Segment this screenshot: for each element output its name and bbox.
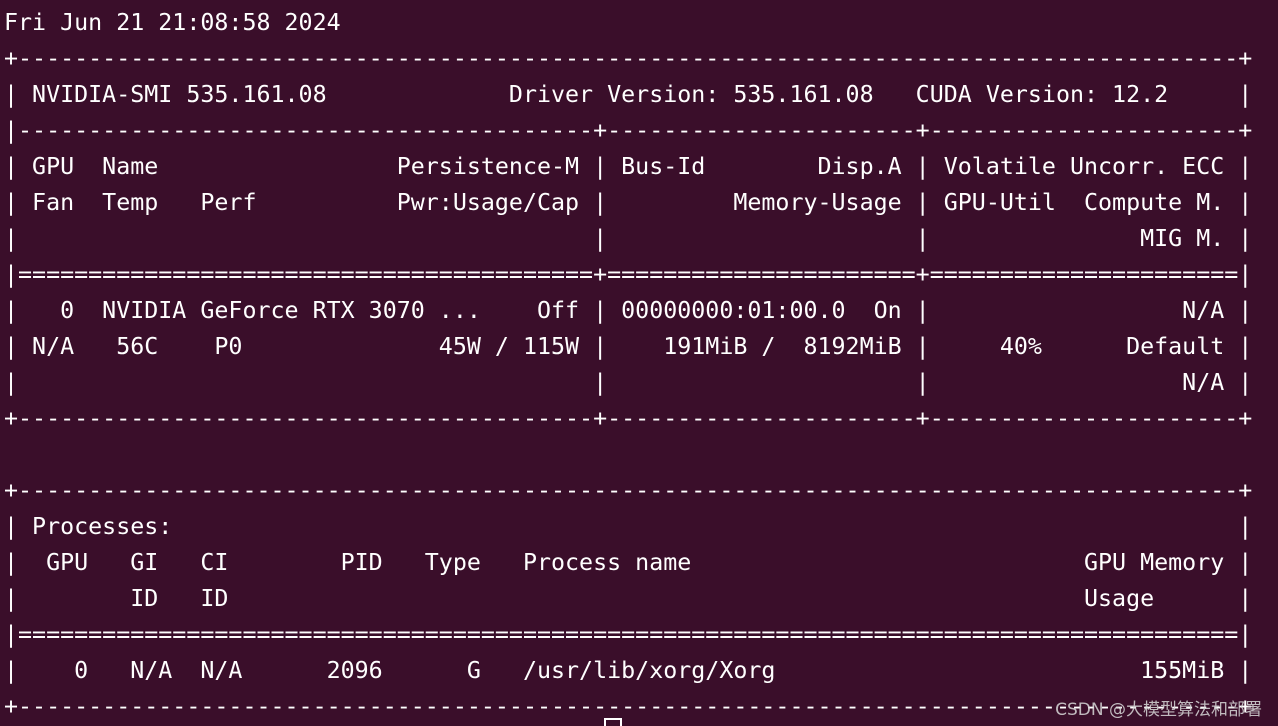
gpu-table-header-row-2: | Fan Temp Perf Pwr:Usage/Cap | Memory-U…: [4, 189, 1253, 216]
table-border-top: +---------------------------------------…: [4, 45, 1253, 72]
nvidia-smi-header: | NVIDIA-SMI 535.161.08 Driver Version: …: [4, 81, 1253, 108]
watermark: CSDN @大模型算法和部署: [1055, 700, 1262, 720]
processes-header-row-2: | ID ID Usage |: [4, 585, 1253, 612]
gpu-table-double-separator: |=======================================…: [4, 261, 1253, 288]
gpu-row-1: | 0 NVIDIA GeForce RTX 3070 ... Off | 00…: [4, 297, 1253, 324]
gpu-table-header-row-1: | GPU Name Persistence-M | Bus-Id Disp.A…: [4, 153, 1253, 180]
table-separator: |---------------------------------------…: [4, 117, 1253, 144]
timestamp-line: Fri Jun 21 21:08:58 2024: [4, 9, 341, 36]
terminal-window[interactable]: Fri Jun 21 21:08:58 2024 +--------------…: [0, 0, 1278, 726]
processes-double-separator: |=======================================…: [4, 621, 1253, 648]
processes-title: | Processes: |: [4, 513, 1253, 540]
gpu-row-2: | N/A 56C P0 45W / 115W | 191MiB / 8192M…: [4, 333, 1253, 360]
process-row: | 0 N/A N/A 2096 G /usr/lib/xorg/Xorg 15…: [4, 657, 1253, 684]
gpu-row-3: | | | N/A |: [4, 369, 1253, 396]
terminal-cursor: [604, 718, 622, 726]
processes-border-top: +---------------------------------------…: [4, 477, 1253, 504]
processes-header-row-1: | GPU GI CI PID Type Process name GPU Me…: [4, 549, 1253, 576]
gpu-table-header-row-3: | | | MIG M. |: [4, 225, 1253, 252]
gpu-table-border-bottom: +---------------------------------------…: [4, 405, 1253, 432]
